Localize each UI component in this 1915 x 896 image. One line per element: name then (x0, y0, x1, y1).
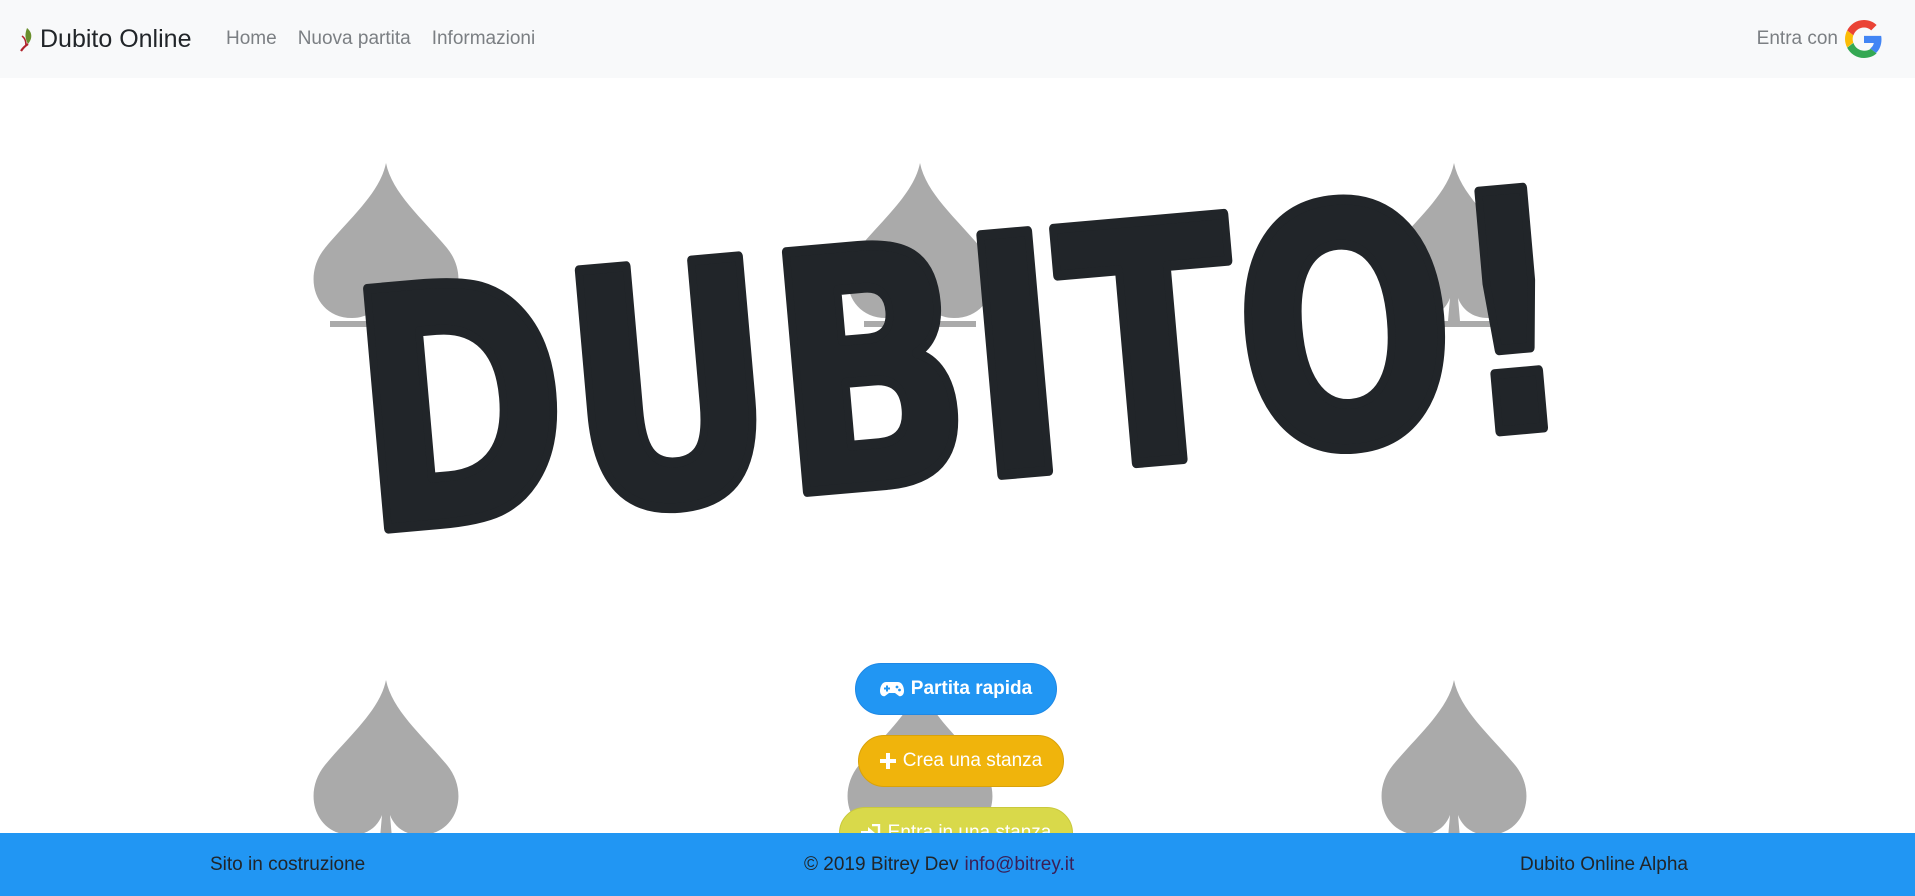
create-room-label: Crea una stanza (902, 750, 1043, 771)
brand-link[interactable]: Dubito Online (18, 0, 191, 78)
spade-icon (1381, 680, 1527, 833)
hero-title-graphic: DUBITO! (333, 114, 1592, 538)
sign-in-icon (860, 824, 880, 833)
hero: DUBITO! Partita rapida Crea una stanza E… (0, 78, 1915, 833)
brand-title: Dubito Online (40, 24, 192, 53)
nav-new-game[interactable]: Nuova partita (298, 28, 411, 50)
footer-email-link[interactable]: info@bitrey.it (964, 854, 1074, 876)
google-login-button[interactable]: Entra con (1757, 0, 1883, 78)
spade-icon (313, 680, 459, 833)
nav-info[interactable]: Informazioni (432, 28, 536, 50)
google-icon (1845, 20, 1882, 58)
footer-status: Sito in costruzione (210, 853, 366, 875)
footer-version: Dubito Online Alpha (1520, 853, 1688, 875)
nav-links: Home Nuova partita Informazioni (226, 0, 556, 78)
hero-title: DUBITO! (338, 119, 1587, 538)
join-room-button[interactable]: Entra in una stanza (839, 807, 1073, 833)
create-room-button[interactable]: Crea una stanza (858, 735, 1064, 787)
footer-copyright-block: © 2019 Bitrey Dev info@bitrey.it (804, 833, 1074, 896)
nav-home[interactable]: Home (226, 28, 277, 50)
footer-copyright: © 2019 Bitrey Dev (804, 853, 959, 875)
join-room-label: Entra in una stanza (887, 822, 1052, 833)
login-label: Entra con (1756, 28, 1838, 49)
quick-game-button[interactable]: Partita rapida (855, 663, 1057, 715)
gamepad-icon (879, 682, 904, 697)
navbar: Dubito Online Home Nuova partita Informa… (0, 0, 1915, 78)
leaf-logo-icon (20, 28, 32, 52)
footer: Sito in costruzione © 2019 Bitrey Dev in… (0, 833, 1915, 896)
quick-game-label: Partita rapida (910, 678, 1033, 699)
plus-icon (879, 753, 896, 769)
